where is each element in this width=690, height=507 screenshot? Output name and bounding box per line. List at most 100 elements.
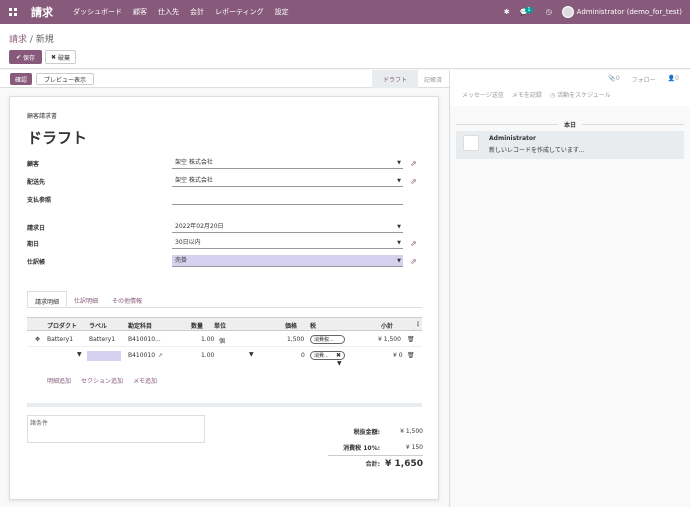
external-link-icon[interactable]: ⇗ [158, 352, 163, 359]
attachment-button[interactable]: 📎0 [608, 75, 619, 84]
tab-other-info[interactable]: その他情報 [105, 291, 149, 307]
external-link-icon[interactable]: ⇗ [410, 239, 419, 248]
tax-value: ¥ 150 [405, 443, 423, 451]
col-quantity[interactable]: 数量 [191, 321, 203, 330]
untaxed-row: 税抜金額: ¥ 1,500 [328, 423, 423, 439]
tab-journal-items[interactable]: 仕訳明細 [67, 291, 105, 307]
col-price[interactable]: 価格 [285, 321, 297, 330]
add-note-link[interactable]: メモ追加 [133, 376, 157, 385]
preview-button[interactable]: プレビュー表示 [36, 73, 94, 85]
chevron-down-icon[interactable]: ▼ [397, 221, 401, 233]
tax-tag[interactable]: 消費税... [310, 335, 345, 344]
chatter-meta: 📎0 フォロー 👤0 [608, 75, 679, 84]
external-link-icon[interactable]: ⇗ [410, 257, 419, 266]
tax-row: 消費税 10%: ¥ 150 [328, 439, 423, 455]
line-quantity[interactable]: 1.00 [201, 336, 214, 343]
line-product[interactable]: Battery1 [47, 336, 73, 343]
add-line-link[interactable]: 明細追加 [47, 376, 71, 385]
chevron-down-icon[interactable]: ▼ [397, 175, 401, 187]
close-icon: ✖ [51, 53, 58, 61]
notebook-tabs: 請求明細 仕訳明細 その他情報 [27, 291, 422, 308]
line-uom[interactable]: 個 [219, 336, 225, 345]
col-account[interactable]: 勘定科目 [128, 321, 152, 330]
line-label-input[interactable] [87, 351, 121, 361]
total-value: ¥ 1,650 [385, 458, 423, 469]
confirm-button[interactable]: 確認 [10, 73, 32, 85]
message-count-badge: 1 [525, 7, 533, 13]
avatar [463, 135, 479, 151]
schedule-activity-button[interactable]: ◷ 活動をスケジュール [550, 90, 611, 99]
log-note-button[interactable]: メモを記録 [512, 90, 542, 99]
chevron-down-icon[interactable]: ▼ [77, 351, 82, 358]
form-statusbar: 確認 プレビュー表示 ドラフト 記帳済 [0, 70, 449, 88]
menu-item-settings[interactable]: 設定 [275, 7, 289, 17]
chatter-message[interactable]: Administrator 新しいレコードを作成しています... [456, 131, 684, 159]
apps-menu-icon[interactable] [9, 8, 17, 16]
user-name: Administrator (demo_for_test) [576, 8, 682, 16]
trash-icon[interactable]: 🗑 [407, 336, 415, 343]
send-message-button[interactable]: メッセージ送信 [462, 90, 504, 99]
follow-button[interactable]: フォロー [632, 75, 656, 84]
delivery-field[interactable]: 架空 株式会社 ▼ [172, 175, 403, 187]
breadcrumb-parent[interactable]: 請求 [9, 35, 27, 45]
table-row[interactable]: ▼ B410010 ⇗ 1.00 ▼ 0 消費... ✖ ▼ ¥ 0 🗑 [27, 349, 422, 367]
external-link-icon[interactable]: ⇗ [410, 159, 419, 168]
menu-item-reporting[interactable]: レポーティング [215, 7, 264, 17]
tab-invoice-lines[interactable]: 請求明細 [27, 291, 68, 307]
save-button[interactable]: ✔ 保存 [9, 50, 42, 64]
untaxed-value: ¥ 1,500 [400, 427, 423, 435]
app-name[interactable]: 請求 [31, 4, 53, 20]
chevron-down-icon[interactable]: ▼ [397, 237, 401, 249]
date-separator-label: 本日 [557, 122, 582, 129]
messages-icon[interactable]: 💬1 [520, 7, 536, 16]
col-label[interactable]: ラベル [89, 321, 107, 330]
control-panel: 請求 / 新規 ✔ 保存 ✖ 破棄 [0, 24, 690, 69]
schedule-activity-label: 活動をスケジュール [557, 92, 611, 99]
line-price[interactable]: 1,500 [287, 336, 304, 343]
line-price[interactable]: 0 [301, 352, 305, 359]
col-uom[interactable]: 単位 [214, 321, 226, 330]
external-link-icon[interactable]: ⇗ [410, 177, 419, 186]
customer-value: 架空 株式会社 [175, 159, 213, 166]
followers-button[interactable]: 👤0 [668, 75, 679, 84]
followers-count: 0 [675, 75, 679, 82]
payment-ref-field[interactable] [172, 193, 403, 205]
table-row[interactable]: ✥ Battery1 Battery1 B410010... 1.00 個 1,… [27, 333, 422, 347]
discard-button[interactable]: ✖ 破棄 [45, 50, 76, 64]
chatter-panel: 📎0 フォロー 👤0 メッセージ送信 メモを記録 ◷ 活動をスケジュール 本日 … [449, 70, 690, 507]
line-label[interactable]: Battery1 [89, 336, 115, 343]
col-subtotal[interactable]: 小計 [381, 321, 393, 330]
close-icon[interactable]: ✖ [336, 352, 341, 359]
activity-clock-icon[interactable]: ◷ [546, 8, 552, 16]
add-section-link[interactable]: セクション追加 [81, 376, 123, 385]
stage-posted[interactable]: 記帳済 [420, 70, 446, 88]
user-menu[interactable]: Administrator (demo_for_test) [561, 6, 682, 18]
message-author: Administrator [489, 135, 536, 142]
invoice-date-field[interactable]: 2022年02月20日 ▼ [172, 221, 403, 233]
terms-input[interactable]: 諸条件 [27, 415, 205, 443]
trash-icon[interactable]: 🗑 [407, 352, 415, 359]
line-account[interactable]: B410010... [128, 336, 161, 343]
stage-draft[interactable]: ドラフト [372, 70, 418, 88]
chevron-down-icon[interactable]: ▼ [337, 360, 342, 367]
line-quantity[interactable]: 1.00 [201, 352, 214, 359]
journal-field[interactable]: 売掛 ▼ [172, 255, 403, 267]
optional-columns-icon[interactable]: ⋮ [415, 321, 421, 328]
customer-field[interactable]: 架空 株式会社 ▼ [172, 157, 403, 169]
debug-bug-icon[interactable]: ✱ [504, 8, 510, 16]
menu-item-dashboard[interactable]: ダッシュボード [73, 7, 122, 17]
untaxed-label: 税抜金額: [353, 428, 380, 436]
col-tax[interactable]: 税 [310, 321, 316, 330]
drag-handle-icon[interactable]: ✥ [35, 336, 40, 343]
menu-item-accounting[interactable]: 会計 [190, 7, 204, 17]
page-title: ドラフト [27, 129, 88, 147]
menu-item-vendors[interactable]: 仕入先 [158, 7, 179, 17]
chevron-down-icon[interactable]: ▼ [397, 157, 401, 169]
avatar [561, 6, 574, 18]
line-account[interactable]: B410010 [128, 352, 155, 359]
due-date-field[interactable]: 30日以内 ▼ [172, 237, 403, 249]
chevron-down-icon[interactable]: ▼ [397, 255, 401, 267]
col-product[interactable]: プロダクト [47, 321, 77, 330]
chevron-down-icon[interactable]: ▼ [249, 351, 254, 358]
menu-item-customers[interactable]: 顧客 [133, 7, 147, 17]
